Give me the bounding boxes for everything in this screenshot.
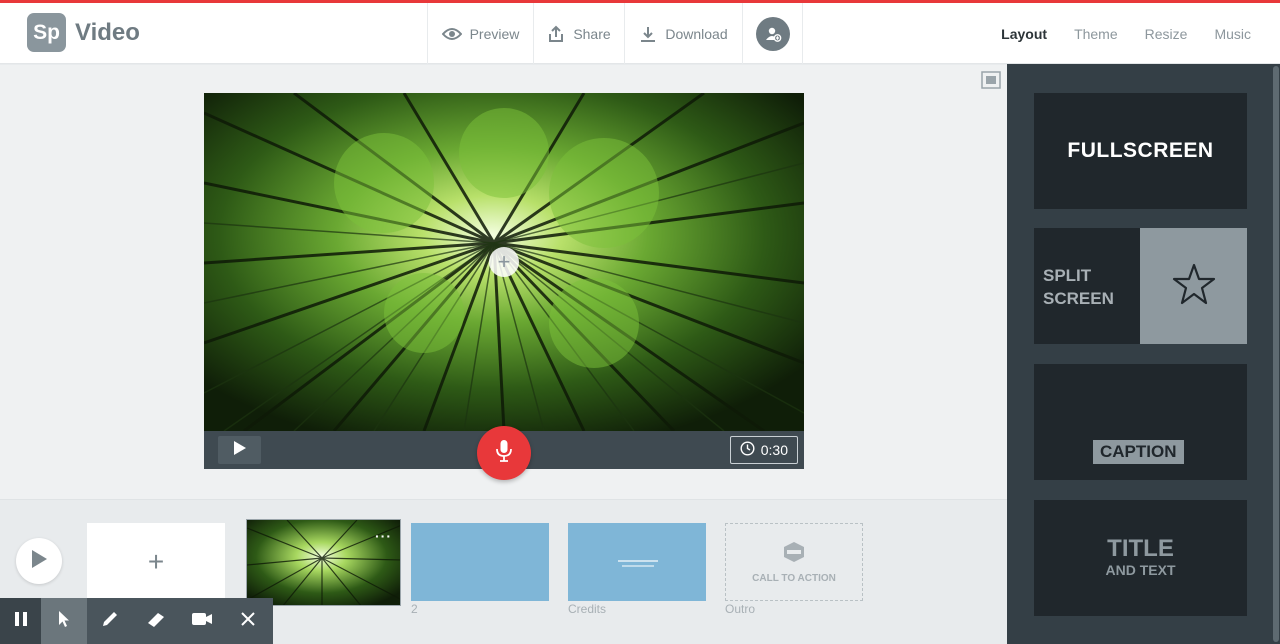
editor-stage: + 0:30: [0, 65, 1007, 499]
tab-theme[interactable]: Theme: [1074, 26, 1118, 42]
layout-title-and-text[interactable]: TITLE AND TEXT: [1034, 500, 1247, 616]
star-icon: [1172, 263, 1216, 310]
play-all-button[interactable]: [16, 538, 62, 584]
invite-collaborator-button[interactable]: [742, 3, 803, 64]
layout-fullscreen[interactable]: FULLSCREEN: [1034, 93, 1247, 209]
add-slide-button[interactable]: +: [87, 523, 225, 601]
play-button[interactable]: [218, 436, 261, 464]
close-toolbar-button[interactable]: [225, 598, 271, 644]
eraser-icon: [146, 609, 166, 634]
add-media-button[interactable]: +: [489, 247, 519, 277]
split-screen-text: SPLIT SCREEN: [1034, 228, 1140, 344]
panel-scrollbar[interactable]: [1273, 66, 1279, 642]
slide-thumbnail-outro[interactable]: CALL TO ACTION: [725, 523, 863, 601]
record-voice-button[interactable]: [477, 426, 531, 480]
layout-split-screen[interactable]: SPLIT SCREEN: [1034, 228, 1247, 344]
pointer-icon: [57, 610, 71, 633]
slide-options-button[interactable]: ···: [375, 528, 392, 544]
layout-fullscreen-label: FULLSCREEN: [1067, 139, 1214, 162]
layout-split-label-1: SPLIT: [1043, 266, 1092, 285]
preview-label: Preview: [469, 25, 520, 42]
pointer-tool[interactable]: [41, 598, 87, 644]
play-icon: [233, 440, 247, 461]
eraser-tool[interactable]: [133, 598, 179, 644]
download-icon: [639, 25, 657, 43]
close-icon: [240, 611, 256, 632]
share-icon: [547, 25, 565, 43]
pause-icon: [14, 611, 28, 632]
layout-title-label: TITLE: [1107, 535, 1174, 562]
panel-tabs: Layout Theme Resize Music: [1001, 3, 1251, 64]
video-preview-image: +: [204, 93, 804, 431]
app-header: Sp Video Preview Share Download Layout T…: [0, 3, 1280, 64]
badge-icon: [782, 541, 806, 568]
slide-thumbnail-2[interactable]: [411, 523, 549, 601]
logo-badge: Sp: [27, 13, 66, 52]
pencil-tool[interactable]: [87, 598, 133, 644]
play-icon: [30, 549, 48, 574]
download-button[interactable]: Download: [624, 3, 742, 64]
annotation-toolbar: [0, 598, 273, 644]
credits-text-line: [622, 565, 654, 567]
share-button[interactable]: Share: [533, 3, 624, 64]
layout-caption-label: CAPTION: [1093, 440, 1184, 464]
preview-button[interactable]: Preview: [427, 3, 533, 64]
app-name: Video: [75, 19, 140, 46]
share-label: Share: [573, 25, 611, 42]
pause-button[interactable]: [0, 598, 41, 644]
camera-tool[interactable]: [179, 598, 225, 644]
tab-resize[interactable]: Resize: [1145, 26, 1188, 42]
layout-split-label-2: SCREEN: [1043, 289, 1114, 308]
fit-screen-icon[interactable]: [981, 71, 1001, 94]
credits-text-line: [618, 560, 658, 562]
slide-caption-outro: Outro: [725, 602, 756, 616]
tab-layout[interactable]: Layout: [1001, 26, 1047, 42]
pencil-icon: [100, 609, 120, 634]
clock-icon: [740, 441, 755, 459]
add-user-icon: [755, 16, 790, 51]
video-camera-icon: [191, 612, 213, 631]
layout-title-sub-label: AND TEXT: [1105, 562, 1176, 578]
layout-caption[interactable]: CAPTION: [1034, 364, 1247, 480]
layout-panel: FULLSCREEN SPLIT SCREEN CAPTION TITLE AN…: [1007, 64, 1280, 644]
slide-caption-credits: Credits: [568, 602, 607, 616]
slide-thumbnail-credits[interactable]: [568, 523, 706, 601]
split-screen-media: [1140, 228, 1247, 344]
download-label: Download: [665, 25, 728, 42]
tab-music[interactable]: Music: [1214, 26, 1251, 42]
microphone-icon: [495, 439, 513, 468]
duration-text: 0:30: [760, 442, 788, 458]
slide-duration[interactable]: 0:30: [729, 436, 798, 464]
eye-icon: [441, 27, 462, 41]
slide-thumbnail-1[interactable]: ···: [246, 519, 401, 606]
slide-caption-2: 2: [411, 602, 418, 616]
call-to-action-label: CALL TO ACTION: [752, 572, 836, 584]
